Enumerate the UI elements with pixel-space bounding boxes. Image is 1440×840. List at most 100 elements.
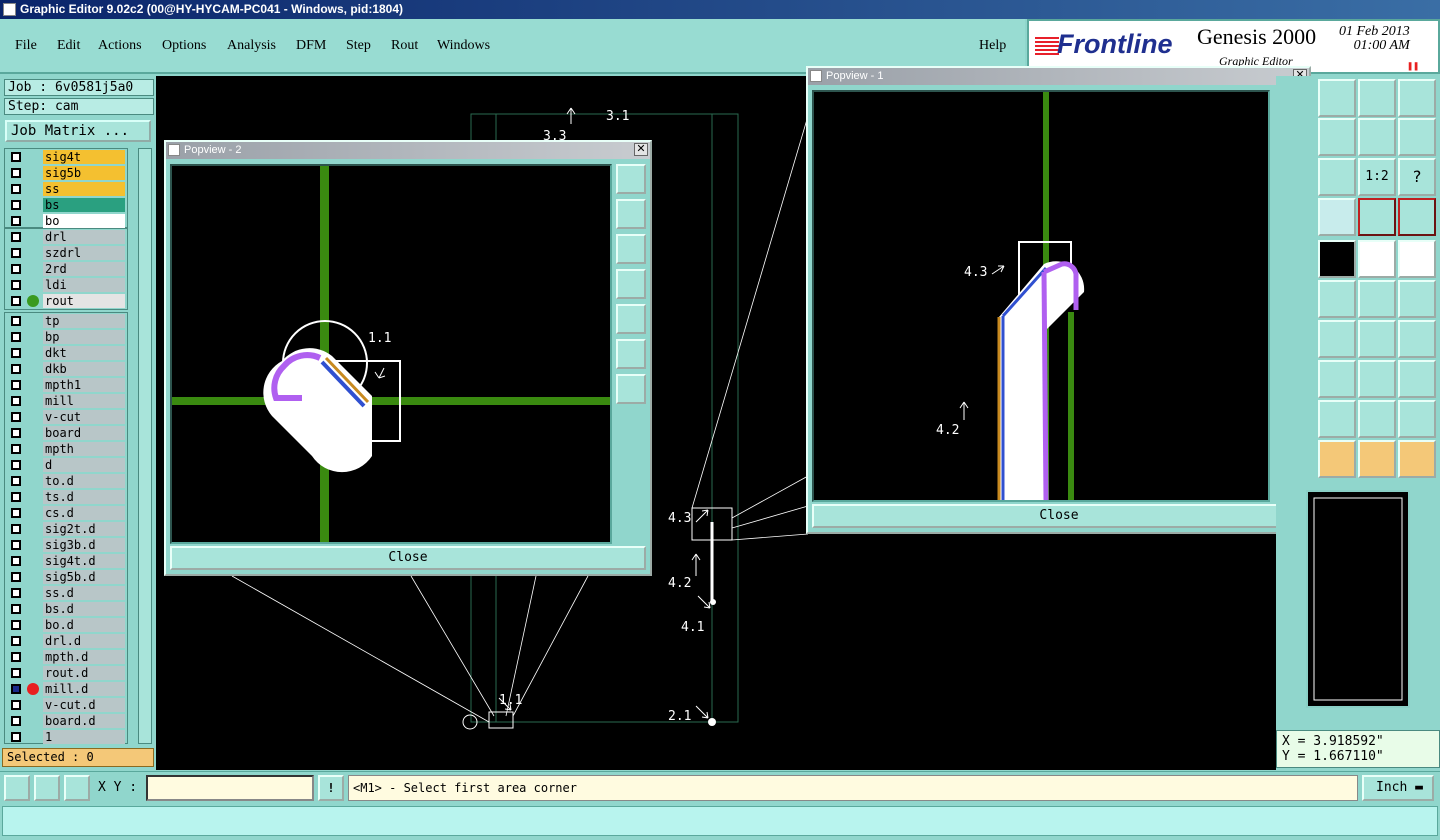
scale-1-2-icon[interactable]: 1:2 [1358, 158, 1396, 196]
layer-name[interactable]: bo [43, 214, 125, 228]
layer-row[interactable]: board [5, 425, 127, 441]
snap-icon[interactable] [1358, 198, 1396, 236]
layer-checkbox[interactable] [11, 168, 21, 178]
layer-name[interactable]: board [43, 426, 125, 440]
layer-name[interactable]: d [43, 458, 125, 472]
pan-left-icon[interactable] [616, 269, 646, 299]
menu-options[interactable]: Options [162, 38, 206, 54]
layer-name[interactable]: sig5b.d [43, 570, 125, 584]
triangle-alt-icon[interactable] [1398, 400, 1436, 438]
popview-1-close-button[interactable]: Close [812, 504, 1306, 528]
layer-name[interactable]: mpth [43, 442, 125, 456]
fit-view-icon[interactable] [1318, 79, 1356, 117]
layer-checkbox[interactable] [11, 460, 21, 470]
pointer-icon[interactable] [1358, 440, 1396, 478]
layer-checkbox[interactable] [11, 200, 21, 210]
layer-row[interactable]: sig2t.d [5, 521, 127, 537]
cross-icon[interactable] [1318, 280, 1356, 318]
layer-row[interactable]: rout.d [5, 665, 127, 681]
arc-icon[interactable] [1358, 320, 1396, 358]
layer-name[interactable]: mill.d [43, 682, 125, 696]
move-right-icon[interactable] [1318, 118, 1356, 156]
layer-row[interactable]: sig3b.d [5, 537, 127, 553]
layer-name[interactable]: bs [43, 198, 125, 212]
layer-name[interactable]: dkt [43, 346, 125, 360]
layer-checkbox[interactable] [11, 316, 21, 326]
layer-checkbox[interactable] [11, 524, 21, 534]
layer-checkbox[interactable] [11, 668, 21, 678]
layer-checkbox[interactable] [11, 152, 21, 162]
ruler-icon[interactable] [1358, 240, 1396, 278]
layer-name[interactable]: rout.d [43, 666, 125, 680]
layer-checkbox[interactable] [11, 620, 21, 630]
layer-checkbox[interactable] [11, 216, 21, 226]
layer-row[interactable]: dkt [5, 345, 127, 361]
help-icon[interactable]: ? [1398, 158, 1436, 196]
line-point-icon[interactable] [1358, 280, 1396, 318]
zoom-fit-icon[interactable] [616, 164, 646, 194]
layer-checkbox[interactable] [11, 380, 21, 390]
layer-checkbox[interactable] [11, 296, 21, 306]
home-icon[interactable] [1358, 79, 1396, 117]
select-icon[interactable] [1318, 440, 1356, 478]
menu-step[interactable]: Step [346, 38, 371, 54]
layer-row[interactable]: drl [5, 229, 127, 245]
layer-row[interactable]: tp [5, 313, 127, 329]
overview-map[interactable] [1306, 490, 1410, 708]
layer-checkbox[interactable] [11, 492, 21, 502]
measure-icon[interactable] [1318, 240, 1356, 278]
layer-checkbox[interactable] [11, 280, 21, 290]
layer-row[interactable]: bp [5, 329, 127, 345]
menu-file[interactable]: File [15, 38, 37, 54]
select-path-icon[interactable] [1398, 440, 1436, 478]
menu-help[interactable]: Help [979, 38, 1006, 54]
shapes-icon[interactable] [1398, 360, 1436, 398]
draw-line-icon[interactable] [1318, 320, 1356, 358]
close-icon[interactable]: ✕ [634, 143, 648, 156]
layer-name[interactable]: v-cut.d [43, 698, 125, 712]
layer-row[interactable]: drl.d [5, 633, 127, 649]
snap-alt-icon[interactable] [1398, 198, 1436, 236]
layer-name[interactable]: dkb [43, 362, 125, 376]
grid-mode-icon[interactable] [64, 775, 90, 801]
layer-checkbox[interactable] [11, 604, 21, 614]
zoom-in-icon[interactable] [616, 339, 646, 369]
layer-row[interactable]: mpth.d [5, 649, 127, 665]
triangle-icon[interactable] [1318, 400, 1356, 438]
layer-name[interactable]: sig4t [43, 150, 125, 164]
layer-name[interactable]: mill [43, 394, 125, 408]
units-select[interactable]: Inch ▬ [1362, 775, 1434, 801]
layer-checkbox[interactable] [11, 700, 21, 710]
split-line-icon[interactable] [1318, 360, 1356, 398]
layer-checkbox[interactable] [11, 232, 21, 242]
layer-row[interactable]: dkb [5, 361, 127, 377]
layer-name[interactable]: szdrl [43, 246, 125, 260]
grid-icon[interactable] [1318, 198, 1356, 236]
layer-name[interactable]: mpth1 [43, 378, 125, 392]
layer-name[interactable]: bs.d [43, 602, 125, 616]
layer-row[interactable]: sig5b.d [5, 569, 127, 585]
layer-row[interactable]: board.d [5, 713, 127, 729]
layer-name[interactable]: sig5b [43, 166, 125, 180]
zoom-out-icon[interactable] [616, 374, 646, 404]
layer-checkbox[interactable] [11, 396, 21, 406]
layer-row[interactable]: 2rd [5, 261, 127, 277]
flip-icon[interactable] [1398, 320, 1436, 358]
layer-row[interactable]: bs.d [5, 601, 127, 617]
layer-row[interactable]: mill [5, 393, 127, 409]
layer-name[interactable]: sig3b.d [43, 538, 125, 552]
layer-row[interactable]: ss.d [5, 585, 127, 601]
layer-name[interactable]: sig2t.d [43, 522, 125, 536]
layer-checkbox[interactable] [11, 652, 21, 662]
layer-row[interactable]: ldi [5, 277, 127, 293]
layer-name[interactable]: drl.d [43, 634, 125, 648]
layer-checkbox[interactable] [11, 732, 21, 742]
layer-checkbox[interactable] [11, 184, 21, 194]
dimension-icon[interactable] [1358, 360, 1396, 398]
layer-row[interactable]: 1 [5, 729, 127, 745]
layer-row[interactable]: sig5b [5, 165, 127, 181]
redraw-icon[interactable] [1398, 118, 1436, 156]
layer-row[interactable]: ts.d [5, 489, 127, 505]
layer-name[interactable]: sig4t.d [43, 554, 125, 568]
layer-checkbox[interactable] [11, 556, 21, 566]
